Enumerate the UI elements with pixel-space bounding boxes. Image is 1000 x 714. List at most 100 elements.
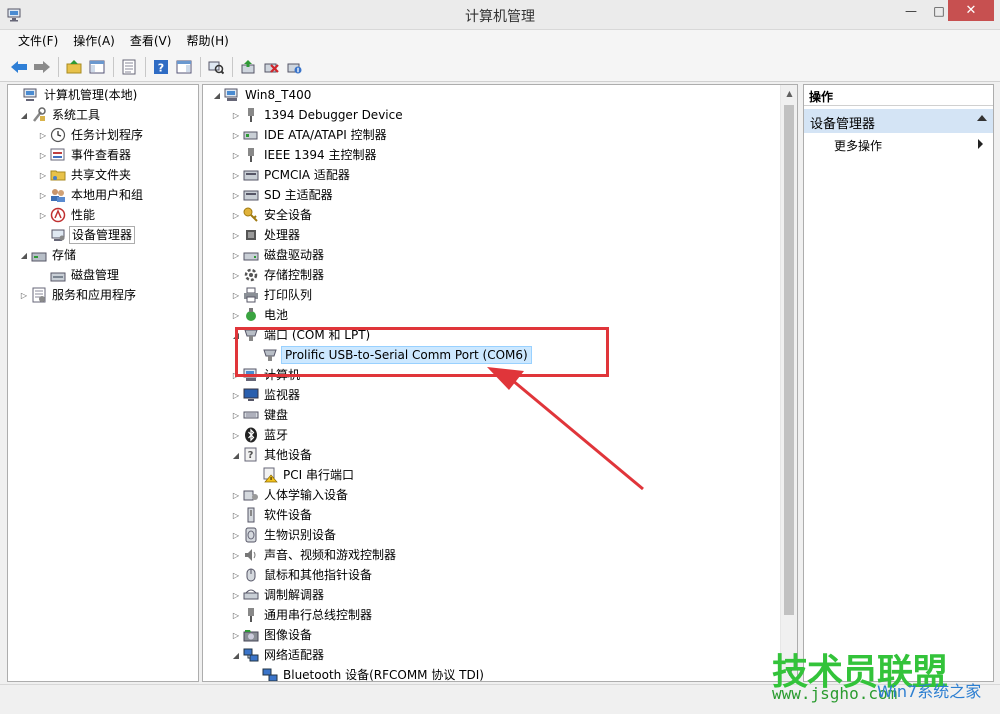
tree-item-shared-folders[interactable]: ▷ 共享文件夹 bbox=[37, 165, 133, 185]
device-category-pcmcia[interactable]: ▷ PCMCIA 适配器 bbox=[230, 165, 352, 185]
minimize-button[interactable]: — bbox=[897, 0, 925, 21]
forward-button[interactable] bbox=[31, 56, 53, 78]
device-bluetooth-rfcomm[interactable]: Bluetooth 设备(RFCOMM 协议 TDI) bbox=[249, 665, 486, 682]
show-hide-tree-button[interactable] bbox=[86, 56, 108, 78]
device-category-battery[interactable]: ▷ 电池 bbox=[230, 305, 290, 325]
update-driver-button[interactable] bbox=[237, 56, 259, 78]
mouse-icon bbox=[243, 567, 259, 583]
disable-device-button[interactable] bbox=[283, 56, 305, 78]
watermark-win: Win7系统之家 bbox=[877, 682, 982, 701]
tree-item-label: 1394 Debugger Device bbox=[264, 108, 403, 122]
tree-item-device-manager[interactable]: 设备管理器 bbox=[37, 225, 136, 245]
device-category-hid[interactable]: ▷ 人体学输入设备 bbox=[230, 485, 350, 505]
tree-item-storage[interactable]: ◢ 存储 bbox=[18, 245, 78, 265]
device-tree-root[interactable]: ◢ Win8_T400 bbox=[211, 85, 313, 105]
chevron-right-icon: ▷ bbox=[232, 290, 240, 300]
device-category-print-queues[interactable]: ▷ 打印队列 bbox=[230, 285, 314, 305]
tree-item-label: 事件查看器 bbox=[71, 148, 132, 162]
up-level-button[interactable] bbox=[63, 56, 85, 78]
chevron-right-icon: ▷ bbox=[39, 210, 47, 220]
chevron-down-icon: ◢ bbox=[232, 450, 240, 460]
key-icon bbox=[243, 207, 259, 223]
hard-drive-icon bbox=[243, 247, 259, 263]
collapse-arrow-icon[interactable] bbox=[977, 115, 987, 121]
more-actions-link[interactable]: 更多操作 bbox=[834, 137, 882, 154]
device-category-ide-ata[interactable]: ▷ IDE ATA/ATAPI 控制器 bbox=[230, 125, 389, 145]
tree-item-services-applications[interactable]: ▷ 服务和应用程序 bbox=[18, 285, 138, 305]
device-category-security[interactable]: ▷ 安全设备 bbox=[230, 205, 314, 225]
chevron-right-icon: ▷ bbox=[20, 290, 28, 300]
export-list-button[interactable] bbox=[118, 56, 140, 78]
actions-group-device-manager[interactable]: 设备管理器 bbox=[804, 109, 993, 133]
device-category-software-devices[interactable]: ▷ 软件设备 bbox=[230, 505, 314, 525]
uninstall-device-button[interactable] bbox=[260, 56, 282, 78]
help-button[interactable]: ? bbox=[150, 56, 172, 78]
fingerprint-icon bbox=[243, 527, 259, 543]
speaker-icon bbox=[243, 547, 259, 563]
chip-icon bbox=[243, 227, 259, 243]
device-category-monitors[interactable]: ▷ 监视器 bbox=[230, 385, 302, 405]
chevron-right-icon: ▷ bbox=[232, 270, 240, 280]
uninstall-device-icon bbox=[264, 63, 279, 73]
computer-icon bbox=[224, 87, 240, 103]
tree-item-label: Bluetooth 设备(RFCOMM 协议 TDI) bbox=[283, 668, 484, 682]
scrollbar-thumb[interactable] bbox=[784, 105, 794, 615]
device-category-storage-controllers[interactable]: ▷ 存储控制器 bbox=[230, 265, 326, 285]
chevron-right-icon: ▷ bbox=[232, 390, 240, 400]
tree-item-label: 存储 bbox=[52, 248, 77, 262]
back-button[interactable] bbox=[8, 56, 30, 78]
tree-item-label: 打印队列 bbox=[264, 288, 313, 302]
menu-help[interactable]: 帮助(H) bbox=[182, 30, 232, 52]
chevron-right-icon: ▷ bbox=[232, 630, 240, 640]
chevron-down-icon: ◢ bbox=[232, 650, 240, 660]
chevron-right-icon: ▷ bbox=[232, 570, 240, 580]
menu-file[interactable]: 文件(F) bbox=[14, 30, 62, 52]
tree-item-performance[interactable]: ▷ 性能 bbox=[37, 205, 97, 225]
device-category-ieee1394[interactable]: ▷ IEEE 1394 主控制器 bbox=[230, 145, 378, 165]
device-category-usb-controllers[interactable]: ▷ 通用串行总线控制器 bbox=[230, 605, 374, 625]
menu-view[interactable]: 查看(V) bbox=[126, 30, 176, 52]
scroll-up-icon[interactable]: ▲ bbox=[781, 85, 797, 102]
tree-item-task-scheduler[interactable]: ▷ 任务计划程序 bbox=[37, 125, 145, 145]
tree-item-system-tools[interactable]: ◢ 系统工具 bbox=[18, 105, 102, 125]
tree-item-label: 任务计划程序 bbox=[71, 128, 144, 142]
device-category-imaging[interactable]: ▷ 图像设备 bbox=[230, 625, 314, 645]
chevron-right-icon: ▷ bbox=[232, 110, 240, 120]
warning-device-icon bbox=[262, 467, 278, 483]
update-driver-icon bbox=[241, 59, 255, 73]
close-button[interactable]: ✕ bbox=[948, 0, 994, 21]
tree-item-computer-management[interactable]: 计算机管理(本地) bbox=[10, 85, 139, 105]
vertical-scrollbar[interactable]: ▲ ▼ bbox=[780, 85, 797, 681]
device-category-biometric[interactable]: ▷ 生物识别设备 bbox=[230, 525, 338, 545]
toolbar-separator bbox=[145, 56, 146, 77]
action-pane-button[interactable] bbox=[173, 56, 195, 78]
card-slot-icon bbox=[243, 187, 259, 203]
device-category-1394-debugger[interactable]: ▷ 1394 Debugger Device bbox=[230, 105, 405, 125]
tree-item-label: 键盘 bbox=[264, 408, 289, 422]
device-category-modems[interactable]: ▷ 调制解调器 bbox=[230, 585, 326, 605]
shared-folder-icon bbox=[50, 167, 66, 183]
device-category-keyboards[interactable]: ▷ 键盘 bbox=[230, 405, 290, 425]
tree-item-label: 处理器 bbox=[264, 228, 301, 242]
tree-item-label: 调制解调器 bbox=[264, 588, 325, 602]
device-category-bluetooth[interactable]: ▷ 蓝牙 bbox=[230, 425, 290, 445]
device-category-network-adapters[interactable]: ◢ 网络适配器 bbox=[230, 645, 326, 665]
device-category-other-devices[interactable]: ◢ ? 其他设备 bbox=[230, 445, 314, 465]
device-category-sd-host[interactable]: ▷ SD 主适配器 bbox=[230, 185, 335, 205]
device-pci-serial-port[interactable]: PCI 串行端口 bbox=[249, 465, 356, 485]
list-icon bbox=[122, 59, 136, 74]
device-category-processor[interactable]: ▷ 处理器 bbox=[230, 225, 302, 245]
tree-item-label: PCI 串行端口 bbox=[283, 468, 354, 482]
scan-hardware-button[interactable] bbox=[205, 56, 227, 78]
menu-action[interactable]: 操作(A) bbox=[69, 30, 119, 52]
tree-item-disk-management[interactable]: 磁盘管理 bbox=[37, 265, 121, 285]
chevron-right-icon: ▷ bbox=[232, 230, 240, 240]
menu-bar: 文件(F) 操作(A) 查看(V) 帮助(H) bbox=[0, 30, 1000, 52]
tree-item-local-users-groups[interactable]: ▷ 本地用户和组 bbox=[37, 185, 145, 205]
device-category-disk-drives[interactable]: ▷ 磁盘驱动器 bbox=[230, 245, 326, 265]
device-category-sound-video[interactable]: ▷ 声音、视频和游戏控制器 bbox=[230, 545, 398, 565]
tree-item-label: 共享文件夹 bbox=[71, 168, 132, 182]
tree-item-event-viewer[interactable]: ▷ 事件查看器 bbox=[37, 145, 133, 165]
drive-controller-icon bbox=[243, 127, 259, 143]
device-category-mice[interactable]: ▷ 鼠标和其他指针设备 bbox=[230, 565, 374, 585]
